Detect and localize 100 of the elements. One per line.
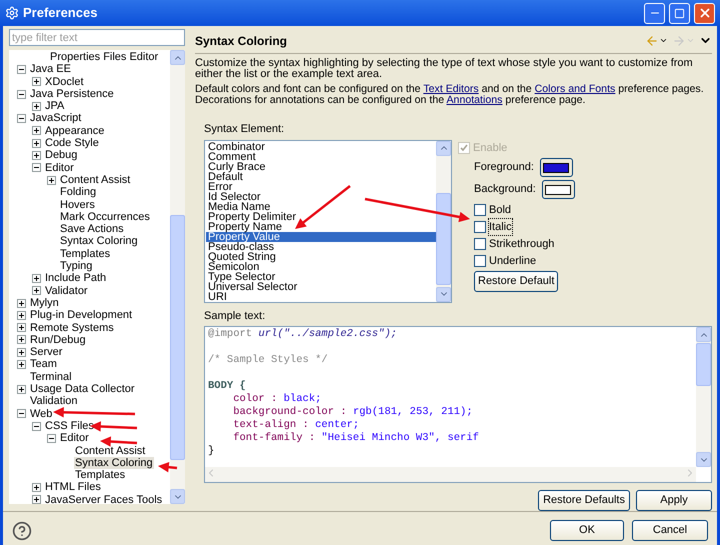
expand-icon[interactable] [32,286,41,296]
tree-item[interactable]: Code Style [44,137,100,150]
tree-item[interactable]: Content Assist [74,444,146,457]
scrollbar[interactable] [436,140,451,302]
tree-item[interactable]: Typing [59,260,94,272]
tree-item[interactable]: Java Persistence [29,88,115,100]
scroll-down-icon[interactable] [436,286,451,302]
collapse-icon[interactable] [17,114,26,124]
expand-icon[interactable] [32,483,41,492]
tree-item[interactable]: Save Actions [59,223,125,236]
tree-item[interactable]: Run/Debug [29,334,87,346]
tree-item[interactable]: Validator [44,284,89,297]
sample-text-area[interactable]: @import url("../sample2.css"); /* Sample Styles */ BODY { color : black; background-color : rgb(181, 253, 211); text-align : center; font-family : "Heisei Mincho W3", serif } [204,326,712,483]
expand-icon[interactable] [32,77,41,86]
colors-and-fonts-link[interactable]: Colors and Fonts [534,83,616,95]
tree-item[interactable]: JavaServer Faces Tools [44,494,164,504]
tree-item[interactable]: Properties Files Editor [50,51,158,64]
expand-icon[interactable] [17,298,26,308]
tree-item[interactable]: Syntax Coloring [59,235,139,248]
tree-item[interactable]: Usage Data Collector [29,383,136,396]
collapse-icon[interactable] [17,409,26,418]
scroll-down-icon[interactable] [170,489,185,504]
tree-item[interactable]: Mylyn [29,296,60,310]
filter-field[interactable]: type filter text [9,29,185,46]
restore-defaults-button[interactable]: Restore Defaults [538,490,630,511]
list-item[interactable]: Pseudo-class [206,242,436,252]
collapse-icon[interactable] [32,163,41,172]
expand-icon[interactable] [17,360,26,370]
collapse-icon[interactable] [32,422,41,431]
scroll-up-icon[interactable] [436,140,451,156]
tree-item[interactable]: Editor [44,162,75,174]
tree-item[interactable]: Team [29,358,58,371]
tree-item[interactable]: Appearance [44,124,106,138]
checkbox[interactable] [474,204,486,216]
scroll-thumb[interactable] [696,343,711,386]
scroll-up-icon[interactable] [696,327,711,342]
tree-item[interactable]: Content Assist [59,174,132,186]
list-item[interactable]: Type Selector [206,272,436,282]
collapse-icon[interactable] [17,64,26,74]
list-item[interactable]: Semicolon [206,262,436,272]
list-item[interactable]: Error [206,182,436,192]
annotations-link[interactable]: Annotations [446,94,502,106]
list-item[interactable]: Combinator [206,142,436,152]
tree-item[interactable]: JPA [44,100,66,112]
list-item[interactable]: Property Name [206,222,436,232]
close-button[interactable] [694,2,715,24]
tree-item[interactable]: HTML Files [44,481,102,494]
expand-icon[interactable] [32,138,41,148]
scroll-down-icon[interactable] [696,452,711,467]
list-item[interactable]: Media Name [206,202,436,212]
scroll-up-icon[interactable] [170,50,185,65]
expand-icon[interactable] [32,102,41,111]
list-item[interactable]: Id Selector [206,192,436,202]
checkbox[interactable] [474,238,486,250]
scrollbar[interactable] [696,327,711,467]
scrollbar[interactable] [170,50,185,504]
expand-icon[interactable] [32,126,41,136]
tree-item[interactable]: Server [29,346,64,358]
checkbox[interactable] [474,221,486,233]
tree-item[interactable]: Folding [59,186,98,199]
list-item[interactable]: Universal Selector [206,282,436,292]
horizontal-scrollbar[interactable] [205,467,696,482]
tree-item[interactable]: Hovers [59,198,96,211]
tree-item[interactable]: Plug-in Development [29,309,134,322]
expand-icon[interactable] [47,176,56,185]
restore-default-button[interactable]: Restore Default [474,270,558,292]
checkbox[interactable] [474,255,486,267]
maximize-button[interactable] [669,2,690,24]
tree-item[interactable]: Debug [44,149,78,162]
expand-icon[interactable] [17,384,26,394]
text-editors-link[interactable]: Text Editors [423,83,479,95]
list-item[interactable]: Comment [206,152,436,162]
expand-icon[interactable] [17,310,26,320]
ok-button[interactable]: OK [550,520,624,541]
tree-item[interactable]: Mark Occurrences [59,210,151,224]
tree-item[interactable]: Templates [74,469,126,482]
expand-icon[interactable] [32,495,41,504]
list-item[interactable]: Quoted String [206,252,436,262]
list-item[interactable]: Property Value [206,232,436,242]
apply-button[interactable]: Apply [636,490,712,511]
tree-item[interactable]: Terminal [29,370,73,384]
cancel-button[interactable]: Cancel [632,520,708,541]
scroll-thumb[interactable] [170,215,185,460]
tree-item[interactable]: Syntax Coloring [74,456,154,470]
list-item[interactable]: Curly Brace [206,162,436,172]
list-item[interactable]: Default [206,172,436,182]
tree-item[interactable]: Editor [59,432,90,444]
color-button[interactable] [542,180,575,199]
expand-icon[interactable] [17,323,26,332]
tree-item[interactable]: CSS Files [44,420,95,432]
tree-item[interactable]: Validation [29,395,78,408]
tree-item[interactable]: Remote Systems [29,322,115,334]
tree-item[interactable]: Java EE [29,63,72,76]
tree-item[interactable]: Web [29,408,54,420]
color-button[interactable] [540,158,573,177]
expand-icon[interactable] [17,335,26,344]
scroll-thumb[interactable] [436,192,451,284]
tree-item[interactable]: Include Path [44,272,108,285]
expand-icon[interactable] [32,151,41,160]
collapse-icon[interactable] [17,90,26,99]
